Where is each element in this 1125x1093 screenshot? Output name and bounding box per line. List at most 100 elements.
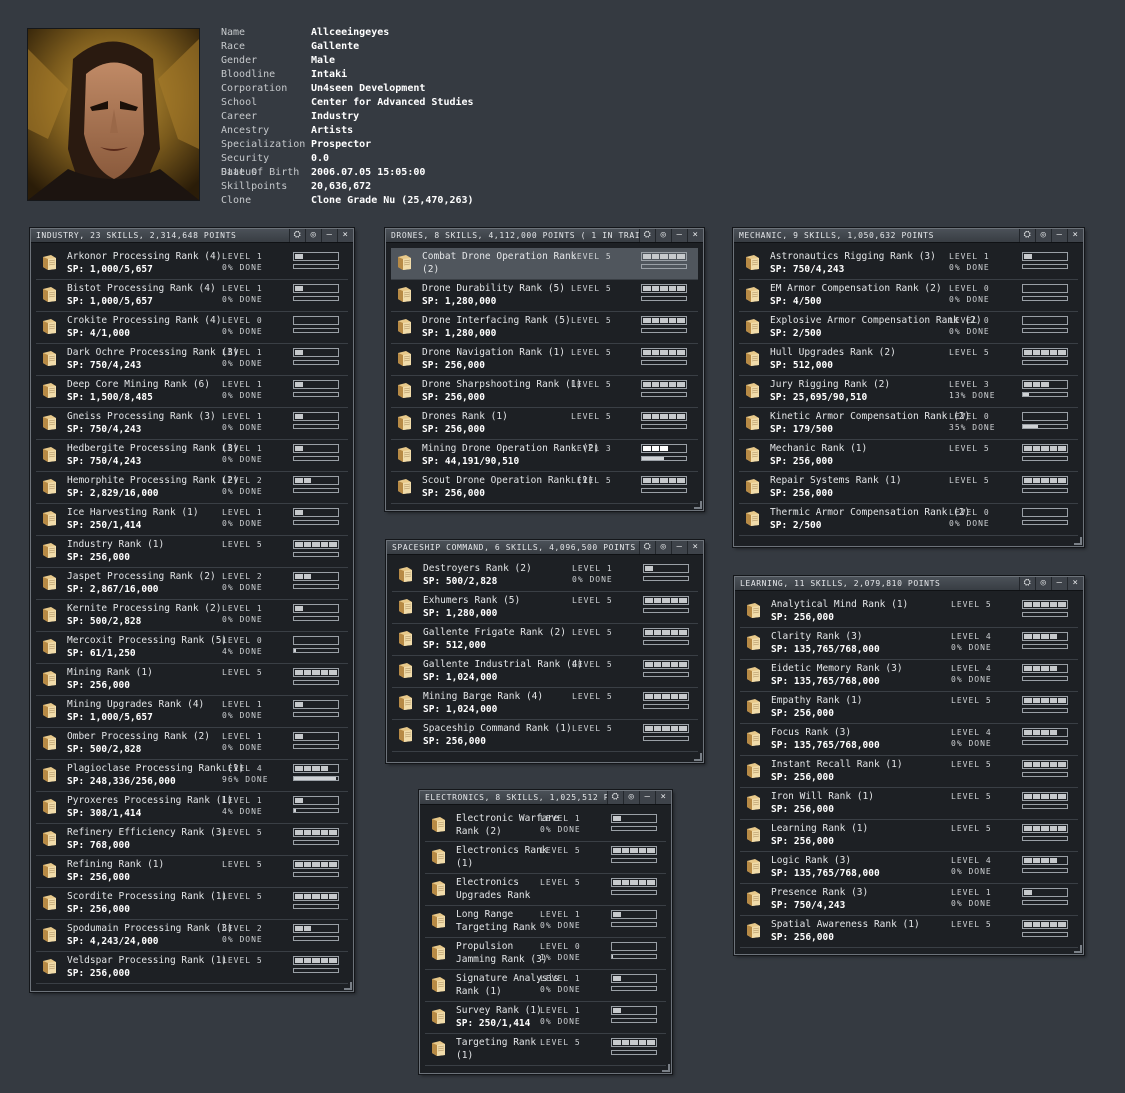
skill-row[interactable]: Astronautics Rigging Rank (3) SP: 750/4,2… — [739, 248, 1078, 280]
skill-row[interactable]: Mining Upgrades Rank (4) SP: 1,000/5,657 L… — [36, 696, 348, 728]
skill-row[interactable]: Survey Rank (1) SP: 250/1,414 LEVEL 1 0% DO… — [425, 1002, 666, 1034]
skill-row[interactable]: Gneiss Processing Rank (3) SP: 750/4,243 L… — [36, 408, 348, 440]
skill-row[interactable]: Exhumers Rank (5) SP: 1,280,000 LEVEL 5 — [392, 592, 698, 624]
skill-row[interactable]: Drone Interfacing Rank (5) SP: 1,280,000 L… — [391, 312, 698, 344]
resize-handle[interactable] — [344, 982, 352, 990]
close-icon[interactable]: × — [1067, 577, 1083, 590]
skill-row[interactable]: Spaceship Command Rank (1) SP: 256,000 LEV… — [392, 720, 698, 752]
skill-row[interactable]: EM Armor Compensation Rank (2) SP: 4/500 L… — [739, 280, 1078, 312]
skill-row[interactable]: Kinetic Armor Compensation Rank (2) SP: 1… — [739, 408, 1078, 440]
close-icon[interactable]: × — [337, 229, 353, 242]
skill-row[interactable]: Jury Rigging Rank (2) SP: 25,695/90,510 LE… — [739, 376, 1078, 408]
pin-icon[interactable]: ◎ — [655, 541, 671, 554]
skill-row[interactable]: Mining Barge Rank (4) SP: 1,024,000 LEVEL … — [392, 688, 698, 720]
close-icon[interactable]: × — [655, 791, 671, 804]
window-titlebar[interactable]: MECHANIC, 9 SKILLS, 1,050,632 POINTS ⛭ ◎ – × — [734, 229, 1083, 243]
skill-row[interactable]: Hedbergite Processing Rank (3) SP: 750/4,… — [36, 440, 348, 472]
skill-row[interactable]: Drone Sharpshooting Rank (1) SP: 256,000 L… — [391, 376, 698, 408]
skill-row[interactable]: Learning Rank (1) SP: 256,000 LEVEL 5 — [740, 820, 1078, 852]
skill-row[interactable]: Repair Systems Rank (1) SP: 256,000 LEVEL … — [739, 472, 1078, 504]
skill-row[interactable]: Presence Rank (3) SP: 750/4,243 LEVEL 1 0% … — [740, 884, 1078, 916]
settings-icon[interactable]: ⛭ — [1019, 577, 1035, 590]
skill-row[interactable]: Scordite Processing Rank (1) SP: 256,000 L… — [36, 888, 348, 920]
skill-row[interactable]: Mining Rank (1) SP: 256,000 LEVEL 5 — [36, 664, 348, 696]
skill-row[interactable]: Logic Rank (3) SP: 135,765/768,000 LEVEL 4… — [740, 852, 1078, 884]
skill-row[interactable]: Eidetic Memory Rank (3) SP: 135,765/768,0… — [740, 660, 1078, 692]
window-titlebar[interactable]: LEARNING, 11 SKILLS, 2,079,810 POINTS ⛭ ◎ –… — [735, 577, 1083, 591]
pin-icon[interactable]: ◎ — [1035, 577, 1051, 590]
skill-row[interactable]: Dark Ochre Processing Rank (3) SP: 750/4,… — [36, 344, 348, 376]
skill-row[interactable]: Analytical Mind Rank (1) SP: 256,000 LEVEL… — [740, 596, 1078, 628]
skill-row[interactable]: Destroyers Rank (2) SP: 500/2,828 LEVEL 1 0… — [392, 560, 698, 592]
skill-row[interactable]: Clarity Rank (3) SP: 135,765/768,000 LEVEL… — [740, 628, 1078, 660]
minimize-icon[interactable]: – — [1051, 577, 1067, 590]
pin-icon[interactable]: ◎ — [623, 791, 639, 804]
skill-row[interactable]: Empathy Rank (1) SP: 256,000 LEVEL 5 — [740, 692, 1078, 724]
settings-icon[interactable]: ⛭ — [1019, 229, 1035, 242]
skill-row[interactable]: Long Range Targeting Rank LEVEL 1 0% DONE — [425, 906, 666, 938]
skill-row[interactable]: Thermic Armor Compensation Rank (2) SP: 2… — [739, 504, 1078, 536]
close-icon[interactable]: × — [687, 229, 703, 242]
pin-icon[interactable]: ◎ — [305, 229, 321, 242]
window-titlebar[interactable]: DRONES, 8 SKILLS, 4,112,000 POINTS ( 1 I… — [386, 229, 703, 243]
settings-icon[interactable]: ⛭ — [607, 791, 623, 804]
window-titlebar[interactable]: ELECTRONICS, 8 SKILLS, 1,025,512 POINTS⛭… — [420, 791, 671, 805]
skill-row[interactable]: Signature Analysis Rank (1) LEVEL 1 0% DONE — [425, 970, 666, 1002]
skill-row[interactable]: Electronics Upgrades Rank LEVEL 5 — [425, 874, 666, 906]
skill-row[interactable]: Propulsion Jamming Rank (3) LEVEL 0 1% DONE — [425, 938, 666, 970]
minimize-icon[interactable]: – — [639, 791, 655, 804]
skill-row[interactable]: Bistot Processing Rank (4) SP: 1,000/5,65… — [36, 280, 348, 312]
minimize-icon[interactable]: – — [1051, 229, 1067, 242]
skill-row[interactable]: Gallente Industrial Rank (4) SP: 1,024,00… — [392, 656, 698, 688]
skill-row[interactable]: Mechanic Rank (1) SP: 256,000 LEVEL 5 — [739, 440, 1078, 472]
window-titlebar[interactable]: INDUSTRY, 23 SKILLS, 2,314,648 POINTS ⛭ ◎ –… — [31, 229, 353, 243]
window-titlebar[interactable]: SPACESHIP COMMAND, 6 SKILLS, 4,096,500 P… — [387, 541, 703, 555]
resize-handle[interactable] — [694, 501, 702, 509]
skill-row[interactable]: Refining Rank (1) SP: 256,000 LEVEL 5 — [36, 856, 348, 888]
resize-handle[interactable] — [662, 1064, 670, 1072]
skill-row[interactable]: Combat Drone Operation Rank (2) LEVEL 5 — [391, 248, 698, 280]
skill-row[interactable]: Gallente Frigate Rank (2) SP: 512,000 LEVE… — [392, 624, 698, 656]
skill-row[interactable]: Pyroxeres Processing Rank (1) SP: 308/1,4… — [36, 792, 348, 824]
skill-row[interactable]: Explosive Armor Compensation Rank (2) SP:… — [739, 312, 1078, 344]
minimize-icon[interactable]: – — [321, 229, 337, 242]
skill-row[interactable]: Spatial Awareness Rank (1) SP: 256,000 LEV… — [740, 916, 1078, 948]
settings-icon[interactable]: ⛭ — [639, 541, 655, 554]
skill-row[interactable]: Arkonor Processing Rank (4) SP: 1,000/5,6… — [36, 248, 348, 280]
skill-row[interactable]: Electronics Rank (1) LEVEL 5 — [425, 842, 666, 874]
skill-row[interactable]: Targeting Rank (1) LEVEL 5 — [425, 1034, 666, 1066]
skill-row[interactable]: Scout Drone Operation Rank (1) SP: 256,00… — [391, 472, 698, 504]
skill-row[interactable]: Focus Rank (3) SP: 135,765/768,000 LEVEL 4… — [740, 724, 1078, 756]
skill-row[interactable]: Instant Recall Rank (1) SP: 256,000 LEVEL … — [740, 756, 1078, 788]
skill-row[interactable]: Electronic Warfare Rank (2) LEVEL 1 0% DONE — [425, 810, 666, 842]
skill-row[interactable]: Deep Core Mining Rank (6) SP: 1,500/8,485… — [36, 376, 348, 408]
skill-row[interactable]: Mining Drone Operation Rank (2) SP: 44,19… — [391, 440, 698, 472]
close-icon[interactable]: × — [687, 541, 703, 554]
skill-row[interactable]: Spodumain Processing Rank (3) SP: 4,243/2… — [36, 920, 348, 952]
skill-row[interactable]: Crokite Processing Rank (4) SP: 4/1,000 LE… — [36, 312, 348, 344]
settings-icon[interactable]: ⛭ — [639, 229, 655, 242]
minimize-icon[interactable]: – — [671, 229, 687, 242]
skill-row[interactable]: Jaspet Processing Rank (2) SP: 2,867/16,0… — [36, 568, 348, 600]
resize-handle[interactable] — [1074, 945, 1082, 953]
skill-row[interactable]: Veldspar Processing Rank (1) SP: 256,000 L… — [36, 952, 348, 984]
skill-row[interactable]: Mercoxit Processing Rank (5) SP: 61/1,250… — [36, 632, 348, 664]
pin-icon[interactable]: ◎ — [655, 229, 671, 242]
skill-row[interactable]: Drone Durability Rank (5) SP: 1,280,000 LE… — [391, 280, 698, 312]
skill-row[interactable]: Omber Processing Rank (2) SP: 500/2,828 LE… — [36, 728, 348, 760]
skill-row[interactable]: Plagioclase Processing Rank (1) SP: 248,3… — [36, 760, 348, 792]
minimize-icon[interactable]: – — [671, 541, 687, 554]
skill-row[interactable]: Iron Will Rank (1) SP: 256,000 LEVEL 5 — [740, 788, 1078, 820]
resize-handle[interactable] — [1074, 537, 1082, 545]
skill-row[interactable]: Hemorphite Processing Rank (2) SP: 2,829/… — [36, 472, 348, 504]
skill-row[interactable]: Industry Rank (1) SP: 256,000 LEVEL 5 — [36, 536, 348, 568]
resize-handle[interactable] — [694, 753, 702, 761]
settings-icon[interactable]: ⛭ — [289, 229, 305, 242]
skill-row[interactable]: Drones Rank (1) SP: 256,000 LEVEL 5 — [391, 408, 698, 440]
close-icon[interactable]: × — [1067, 229, 1083, 242]
skill-row[interactable]: Refinery Efficiency Rank (3) SP: 768,000 L… — [36, 824, 348, 856]
skill-row[interactable]: Hull Upgrades Rank (2) SP: 512,000 LEVEL 5 — [739, 344, 1078, 376]
skill-row[interactable]: Kernite Processing Rank (2) SP: 500/2,828… — [36, 600, 348, 632]
pin-icon[interactable]: ◎ — [1035, 229, 1051, 242]
skill-row[interactable]: Ice Harvesting Rank (1) SP: 250/1,414 LEVE… — [36, 504, 348, 536]
